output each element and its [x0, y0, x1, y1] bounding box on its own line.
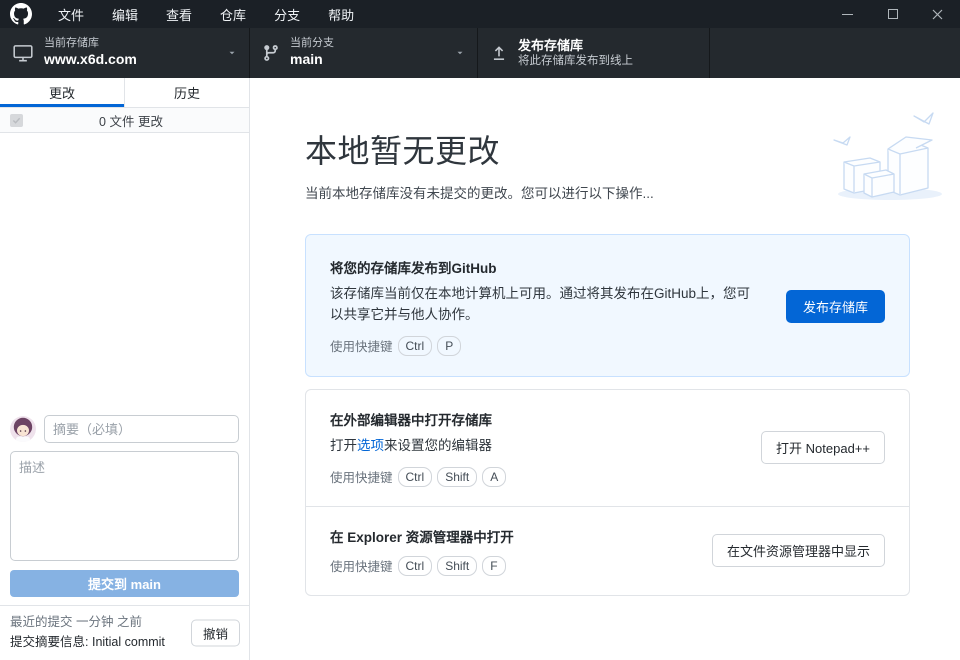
kbd-f: F [482, 556, 505, 576]
minimize-icon [842, 14, 853, 15]
show-in-explorer-button[interactable]: 在文件资源管理器中显示 [712, 534, 885, 567]
main-panel: 本地暂无更改 当前本地存储库没有未提交的更改。您可以进行以下操作... 将您的存… [250, 78, 960, 660]
publish-repository-title: 发布存储库 [518, 38, 633, 54]
sidebar-tabs: 更改 历史 [0, 78, 249, 108]
publish-repository-subtitle: 将此存储库发布到线上 [518, 54, 633, 68]
minimize-button[interactable] [825, 0, 870, 28]
github-octocat-icon [10, 3, 32, 25]
kbd-ctrl: Ctrl [398, 336, 433, 356]
kbd-shift: Shift [437, 467, 477, 487]
shortcut-label: 使用快捷键 [330, 467, 393, 486]
editor-desc-before: 打开 [330, 438, 357, 453]
maximize-button[interactable] [870, 0, 915, 28]
menu-edit[interactable]: 编辑 [98, 0, 152, 28]
last-commit-summary-value: Initial commit [92, 635, 165, 649]
last-commit-summary-label: 提交摘要信息: [10, 635, 88, 649]
changes-list-empty-area [0, 133, 249, 406]
menu-repository[interactable]: 仓库 [206, 0, 260, 28]
tab-history[interactable]: 历史 [124, 78, 249, 107]
commit-to-branch-button[interactable]: 提交到 main [10, 570, 239, 597]
menu-branch[interactable]: 分支 [260, 0, 314, 28]
publish-card-title: 将您的存储库发布到GitHub [330, 257, 760, 277]
open-in-explorer-title: 在 Explorer 资源管理器中打开 [330, 526, 514, 546]
close-icon [932, 9, 943, 20]
toolbar-empty-area [710, 28, 960, 78]
current-repository-label: 当前存储库 [44, 37, 137, 51]
kbd-a: A [482, 467, 506, 487]
upload-icon [490, 44, 508, 62]
current-repository-name: www.x6d.com [44, 51, 137, 69]
monitor-icon [12, 42, 34, 64]
publish-repository-button[interactable]: 发布存储库 [786, 290, 885, 323]
avatar [10, 416, 36, 442]
open-in-explorer-row: 在 Explorer 资源管理器中打开 使用快捷键 Ctrl Shift F 在… [306, 506, 909, 595]
open-in-editor-row: 在外部编辑器中打开存储库 打开选项来设置您的编辑器 使用快捷键 Ctrl Shi… [306, 390, 909, 506]
commit-button-prefix: 提交到 [88, 577, 131, 592]
undo-button[interactable]: 撤销 [191, 620, 240, 647]
commit-form: 提交到 main [0, 406, 249, 605]
select-all-checkbox[interactable] [10, 114, 23, 127]
close-button[interactable] [915, 0, 960, 28]
shortcut-label: 使用快捷键 [330, 556, 393, 575]
check-icon [12, 116, 21, 125]
last-commit-panel: 最近的提交 一分钟 之前 提交摘要信息: Initial commit 撤销 [0, 605, 249, 660]
current-branch-label: 当前分支 [290, 37, 334, 51]
maximize-icon [888, 9, 898, 19]
open-editor-button[interactable]: 打开 Notepad++ [761, 431, 885, 464]
window-controls [825, 0, 960, 28]
toolbar: 当前存储库 www.x6d.com 当前分支 main 发布存储库 将此存储库发… [0, 28, 960, 78]
title-bar: 文件 编辑 查看 仓库 分支 帮助 [0, 0, 960, 28]
current-branch-dropdown[interactable]: 当前分支 main [250, 28, 478, 78]
page-subtitle: 当前本地存储库没有未提交的更改。您可以进行以下操作... [305, 182, 908, 202]
commit-description-input[interactable] [10, 451, 239, 561]
sidebar: 更改 历史 0 文件 更改 提交到 main 最近的提交 一分钟 之前 提交摘要… [0, 78, 250, 660]
chevron-down-icon [441, 46, 465, 61]
menu-file[interactable]: 文件 [44, 0, 98, 28]
changed-files-header: 0 文件 更改 [0, 108, 249, 133]
files-changed-count: 0 文件 更改 [23, 111, 239, 130]
open-in-editor-title: 在外部编辑器中打开存储库 [330, 409, 506, 429]
git-branch-icon [262, 44, 280, 62]
current-branch-name: main [290, 51, 334, 69]
menu-help[interactable]: 帮助 [314, 0, 368, 28]
chevron-down-icon [213, 46, 237, 61]
commit-button-branch: main [131, 577, 161, 592]
editor-desc-after: 来设置您的编辑器 [384, 438, 492, 453]
publish-to-github-card: 将您的存储库发布到GitHub 该存储库当前仅在本地计算机上可用。通过将其发布在… [305, 234, 910, 377]
publish-repository-toolbar-button[interactable]: 发布存储库 将此存储库发布到线上 [478, 28, 710, 78]
shortcut-label: 使用快捷键 [330, 336, 393, 355]
kbd-ctrl: Ctrl [398, 467, 433, 487]
options-link[interactable]: 选项 [357, 438, 384, 453]
kbd-shift: Shift [437, 556, 477, 576]
kbd-ctrl: Ctrl [398, 556, 433, 576]
blank-slate-actions-card: 在外部编辑器中打开存储库 打开选项来设置您的编辑器 使用快捷键 Ctrl Shi… [305, 389, 910, 596]
menu-view[interactable]: 查看 [152, 0, 206, 28]
kbd-p: P [437, 336, 461, 356]
publish-card-description: 该存储库当前仅在本地计算机上可用。通过将其发布在GitHub上，您可以共享它并与… [330, 284, 760, 326]
page-title: 本地暂无更改 [305, 126, 908, 172]
tab-changes[interactable]: 更改 [0, 78, 124, 107]
menu-bar: 文件 编辑 查看 仓库 分支 帮助 [44, 0, 368, 28]
commit-summary-input[interactable] [44, 415, 239, 443]
current-repository-dropdown[interactable]: 当前存储库 www.x6d.com [0, 28, 250, 78]
